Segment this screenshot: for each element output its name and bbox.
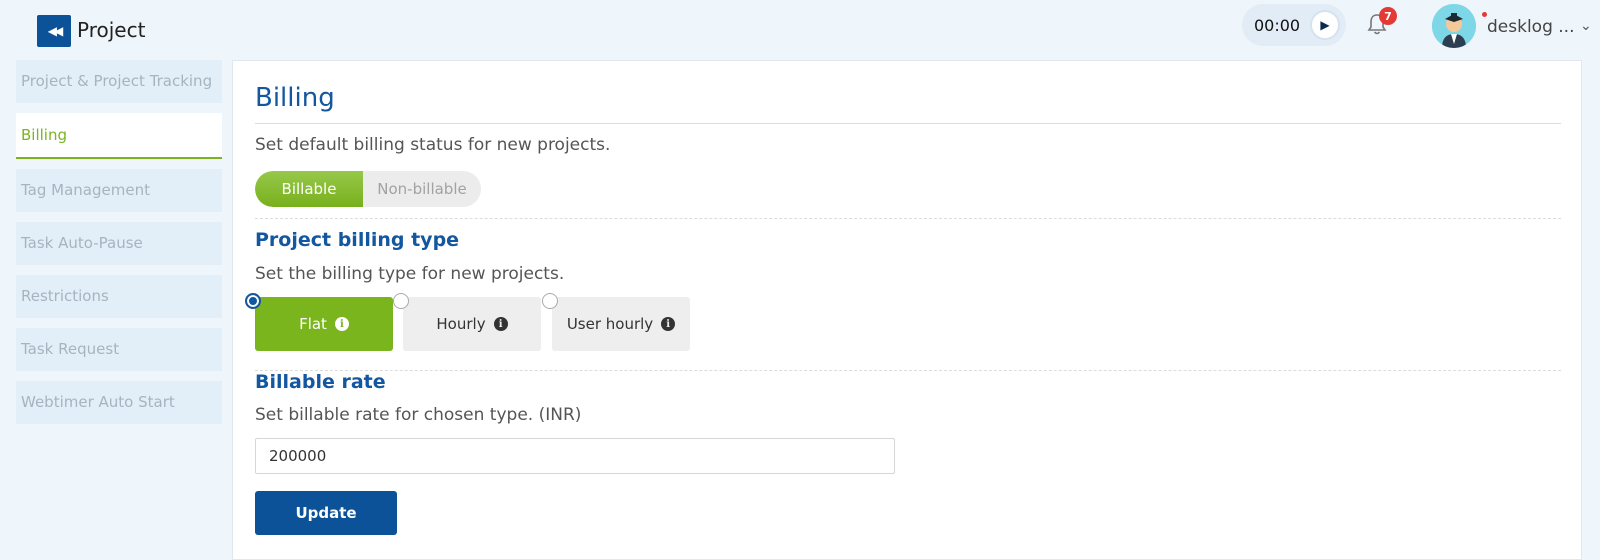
info-icon[interactable]: i [334, 317, 349, 331]
billing-type-label: Flat [299, 315, 327, 333]
sidebar-item-billing[interactable]: Billing [16, 113, 222, 159]
sidebar-item-task-request[interactable]: Task Request [16, 328, 222, 371]
toggle-non-billable[interactable]: Non-billable [363, 171, 481, 207]
divider [255, 123, 1561, 124]
billable-rate-input[interactable] [255, 438, 895, 474]
timer-display: 00:00 [1254, 16, 1301, 35]
billing-type-description: Set the billing type for new projects. [255, 264, 565, 284]
billable-rate-description: Set billable rate for chosen type. (INR) [255, 405, 582, 425]
sidebar-item-task-auto-pause[interactable]: Task Auto-Pause [16, 222, 222, 265]
billing-type-user-hourly[interactable]: User hourly i [552, 297, 690, 351]
section-title-billable-rate: Billable rate [255, 371, 386, 393]
top-header: ◀◀ Project 00:00 ▶ 7 desklog ... ⌄ [0, 0, 1600, 60]
play-button[interactable]: ▶ [1310, 10, 1340, 40]
billing-type-hourly[interactable]: Hourly i [403, 297, 541, 351]
sidebar-item-tag-management[interactable]: Tag Management [16, 169, 222, 212]
notification-badge: 7 [1379, 7, 1397, 25]
page-title: Project [77, 18, 146, 42]
billing-status-toggle: Billable Non-billable [255, 171, 481, 207]
user-menu[interactable]: desklog ... ⌄ [1432, 4, 1598, 48]
info-icon[interactable]: i [493, 317, 508, 331]
billing-type-label: Hourly [436, 315, 486, 333]
section-title-billing: Billing [255, 83, 335, 113]
billing-type-flat[interactable]: Flat i [255, 297, 393, 351]
timer-widget: 00:00 ▶ [1242, 4, 1346, 46]
billing-type-label: User hourly [566, 315, 654, 333]
sidebar-item-webtimer-auto-start[interactable]: Webtimer Auto Start [16, 381, 222, 424]
info-icon[interactable]: i [661, 317, 676, 331]
play-icon: ▶ [1320, 18, 1330, 32]
radio-flat[interactable] [245, 293, 261, 309]
sidebar-item-restrictions[interactable]: Restrictions [16, 275, 222, 318]
double-arrow-left-icon: ◀◀ [47, 24, 64, 38]
divider [255, 370, 1561, 371]
billing-card: Billing Set default billing status for n… [232, 60, 1582, 560]
sidebar-item-project-tracking[interactable]: Project & Project Tracking [16, 60, 222, 103]
chevron-down-icon: ⌄ [1580, 18, 1592, 34]
default-status-description: Set default billing status for new proje… [255, 135, 611, 155]
divider [255, 218, 1561, 219]
radio-user-hourly[interactable] [542, 293, 558, 309]
section-title-billing-type: Project billing type [255, 229, 460, 251]
toggle-billable[interactable]: Billable [255, 171, 363, 207]
update-button[interactable]: Update [255, 491, 397, 535]
user-name: desklog ... [1487, 17, 1575, 37]
avatar [1432, 4, 1476, 48]
back-button[interactable]: ◀◀ [37, 15, 71, 47]
radio-hourly[interactable] [393, 293, 409, 309]
settings-sidebar: Project & Project Tracking Billing Tag M… [16, 60, 222, 434]
